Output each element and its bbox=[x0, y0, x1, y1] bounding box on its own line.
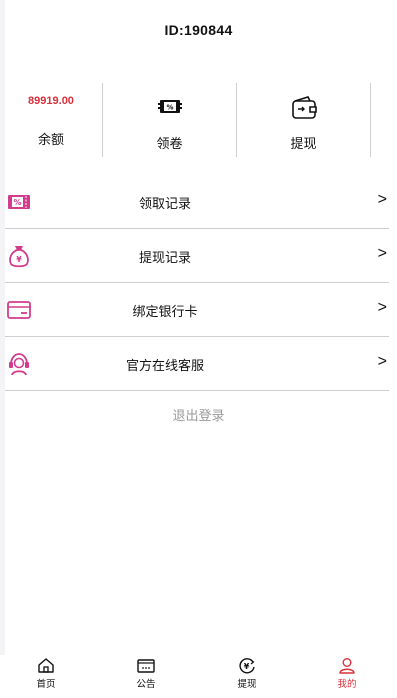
home-icon bbox=[38, 658, 54, 673]
tab-notice[interactable]: 公告 bbox=[116, 657, 176, 690]
menu-item-label: 提现记录 bbox=[138, 251, 191, 266]
wallet-icon bbox=[290, 95, 318, 125]
tab-label: 提现 bbox=[237, 679, 257, 690]
chevron-right-icon: > bbox=[377, 245, 387, 262]
tab-label: 首页 bbox=[36, 679, 56, 690]
menu-item-claim-records[interactable]: % 领取记录 > bbox=[5, 175, 389, 229]
svg-text:¥: ¥ bbox=[244, 662, 250, 671]
yuan-icon: ¥ bbox=[239, 658, 255, 674]
menu-item-label: 官方在线客服 bbox=[125, 359, 204, 374]
tab-withdraw[interactable]: ¥ 提现 bbox=[217, 657, 277, 690]
divider bbox=[370, 83, 371, 157]
tab-label: 公告 bbox=[136, 679, 156, 690]
user-icon bbox=[339, 658, 355, 674]
tab-mine[interactable]: 我的 bbox=[317, 657, 377, 690]
menu-item-label: 绑定银行卡 bbox=[132, 305, 198, 320]
menu-item-withdraw-records[interactable]: ¥ 提现记录 > bbox=[5, 229, 389, 283]
balance-stat: 89919.00 余额 bbox=[0, 83, 102, 157]
notice-icon bbox=[137, 659, 155, 673]
withdraw-button[interactable]: 提现 bbox=[237, 83, 370, 157]
logout-button[interactable]: 退出登录 bbox=[0, 405, 397, 424]
chevron-right-icon: > bbox=[377, 191, 387, 208]
withdraw-label: 提现 bbox=[290, 137, 317, 152]
coupon-icon: % bbox=[157, 95, 183, 121]
coupon-label: 领卷 bbox=[156, 137, 183, 152]
chevron-right-icon: > bbox=[377, 299, 387, 316]
tab-label: 我的 bbox=[337, 679, 357, 690]
menu-item-bind-bank-card[interactable]: 绑定银行卡 > bbox=[5, 283, 389, 337]
menu-item-label: 领取记录 bbox=[138, 197, 191, 212]
balance-value: 89919.00 bbox=[28, 95, 74, 107]
stats-panel: 89919.00 余额 % 领卷 提现 bbox=[0, 83, 397, 157]
menu-item-online-service[interactable]: 官方在线客服 > bbox=[5, 337, 389, 391]
user-id-header: ID:190844 bbox=[164, 22, 233, 38]
menu-list: % 领取记录 > ¥ 提现记录 > 绑定银行卡 > 官方在线客服 > bbox=[5, 175, 389, 391]
tab-home[interactable]: 首页 bbox=[16, 657, 76, 690]
coupon-button[interactable]: % 领卷 bbox=[103, 83, 236, 157]
svg-text:%: % bbox=[166, 104, 173, 112]
chevron-right-icon: > bbox=[377, 353, 387, 370]
balance-label: 余额 bbox=[37, 133, 64, 148]
bottom-tab-bar: 首页 公告 ¥ 提现 我的 bbox=[0, 655, 397, 698]
